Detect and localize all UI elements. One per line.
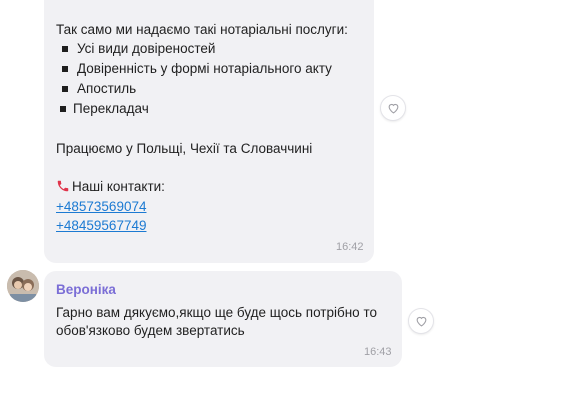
- heart-icon: [416, 316, 426, 327]
- service-item: Перекладач: [73, 101, 149, 116]
- message-text: обов'язково будем звертатись: [56, 323, 245, 338]
- contacts-label: Наші контакти:: [72, 179, 165, 194]
- avatar[interactable]: [7, 270, 39, 302]
- message-text: Гарно вам дякуємо,якщо ще буде щось потр…: [56, 305, 377, 320]
- bullet-mark: [62, 66, 68, 72]
- service-item: Усі види довіреностей: [77, 41, 216, 56]
- phone-link[interactable]: +48459567749: [56, 217, 146, 235]
- telephone-receiver-icon: [57, 180, 69, 192]
- react-button[interactable]: [408, 308, 434, 334]
- bullet-mark: [62, 86, 68, 92]
- countries-text: Працюємо у Польщі, Чехії та Словаччині: [56, 141, 313, 156]
- message-intro-text: Так само ми надаємо такі нотаріальні пос…: [56, 22, 348, 37]
- service-item: Довіренність у формі нотаріального акту: [77, 61, 332, 76]
- user-photo: [7, 270, 39, 302]
- sender-name[interactable]: Вероніка: [56, 282, 116, 297]
- service-item: Апостиль: [77, 81, 137, 96]
- contacts-line: Наші контакти:: [56, 178, 165, 196]
- heart-icon: [388, 103, 398, 114]
- message-timestamp: 16:42: [336, 241, 364, 253]
- phone-link[interactable]: +48573569074: [56, 198, 146, 216]
- message-timestamp: 16:43: [364, 346, 392, 358]
- react-button[interactable]: [380, 95, 406, 121]
- bullet-mark: [62, 46, 68, 52]
- bullet-mark: [60, 106, 66, 112]
